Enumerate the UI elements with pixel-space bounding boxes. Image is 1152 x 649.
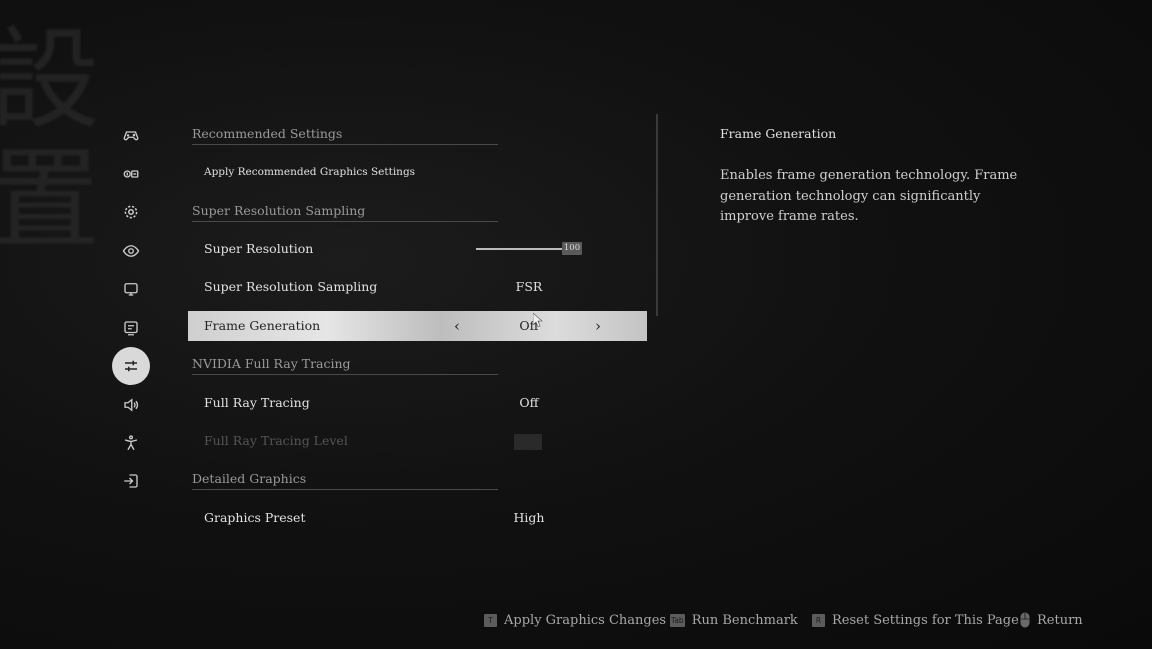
description-title: Frame Generation	[720, 126, 837, 141]
apply-graphics-changes-button[interactable]: T Apply Graphics Changes	[484, 611, 666, 629]
person-icon	[124, 435, 138, 451]
panel-divider	[656, 114, 658, 316]
reset-settings-label: Reset Settings for This Page	[832, 612, 1019, 628]
keyboard-icon	[123, 170, 139, 178]
setting-graphics-preset[interactable]: Graphics Preset High	[188, 503, 647, 533]
monitor-icon	[124, 283, 138, 296]
run-benchmark-label: Run Benchmark	[691, 612, 798, 628]
run-benchmark-button[interactable]: Tab Run Benchmark	[670, 611, 798, 629]
setting-frame-generation[interactable]: Frame Generation ‹ Off ›	[188, 311, 647, 341]
section-detailed-graphics: Detailed Graphics	[192, 471, 498, 490]
nav-accessibility[interactable]	[112, 424, 150, 462]
section-ray-tracing: NVIDIA Full Ray Tracing	[192, 356, 498, 375]
background-calligraphy: 設置	[0, 16, 100, 264]
exit-icon	[124, 474, 138, 488]
frame-generation-label: Frame Generation	[204, 318, 321, 333]
slider-fill	[476, 248, 564, 250]
section-super-resolution: Super Resolution Sampling	[192, 203, 498, 222]
full-ray-tracing-value: Off	[519, 395, 539, 410]
key-hint: Tab	[670, 613, 685, 627]
sliders-icon	[125, 360, 137, 372]
return-button[interactable]: Return	[1020, 611, 1083, 629]
graphics-preset-value: High	[513, 510, 545, 525]
apply-graphics-changes-label: Apply Graphics Changes	[504, 612, 667, 628]
ray-tracing-level-value	[514, 434, 542, 450]
nav-screen[interactable]	[112, 309, 150, 347]
graphics-preset-label: Graphics Preset	[204, 510, 306, 525]
description-text: Enables frame generation technology. Fra…	[720, 168, 1018, 224]
setting-super-resolution[interactable]: Super Resolution 100	[188, 234, 647, 264]
speaker-icon	[124, 398, 139, 412]
nav-audio[interactable]	[112, 386, 150, 424]
nav-exit[interactable]	[112, 462, 150, 500]
reset-settings-button[interactable]: R Reset Settings for This Page	[812, 611, 1019, 629]
apply-recommended-label: Apply Recommended Graphics Settings	[204, 166, 416, 178]
nav-graphics[interactable]	[112, 347, 150, 385]
frame-generation-value: Off	[519, 318, 539, 333]
screen-icon	[124, 321, 138, 336]
gear-icon	[124, 205, 138, 219]
eye-icon	[122, 245, 140, 257]
return-label: Return	[1037, 612, 1083, 628]
mouse-cursor-icon	[533, 313, 543, 327]
gamepad-icon	[123, 131, 139, 141]
key-hint: R	[812, 613, 825, 627]
key-hint: T	[484, 613, 497, 627]
super-resolution-value: 100	[562, 242, 582, 255]
ray-tracing-level-label: Full Ray Tracing Level	[204, 433, 348, 448]
nav-key-binding[interactable]	[112, 155, 150, 193]
super-res-sampling-label: Super Resolution Sampling	[204, 279, 378, 294]
super-resolution-slider[interactable]	[476, 248, 564, 250]
nav-camera[interactable]	[112, 232, 150, 270]
super-res-sampling-value: FSR	[515, 279, 543, 294]
full-ray-tracing-label: Full Ray Tracing	[204, 395, 310, 410]
setting-full-ray-tracing[interactable]: Full Ray Tracing Off	[188, 388, 647, 418]
nav-controller[interactable]	[112, 116, 150, 154]
section-recommended: Recommended Settings	[192, 126, 498, 145]
nav-gameplay[interactable]	[112, 193, 150, 231]
nav-display[interactable]	[112, 270, 150, 308]
mouse-icon	[1020, 612, 1030, 628]
chevron-left-icon[interactable]: ‹	[454, 317, 460, 335]
apply-recommended-button[interactable]: Apply Recommended Graphics Settings	[188, 157, 647, 187]
chevron-right-icon[interactable]: ›	[595, 317, 601, 335]
setting-ray-tracing-level: Full Ray Tracing Level	[188, 426, 647, 456]
setting-super-res-sampling[interactable]: Super Resolution Sampling FSR	[188, 272, 647, 302]
super-resolution-label: Super Resolution	[204, 241, 314, 256]
